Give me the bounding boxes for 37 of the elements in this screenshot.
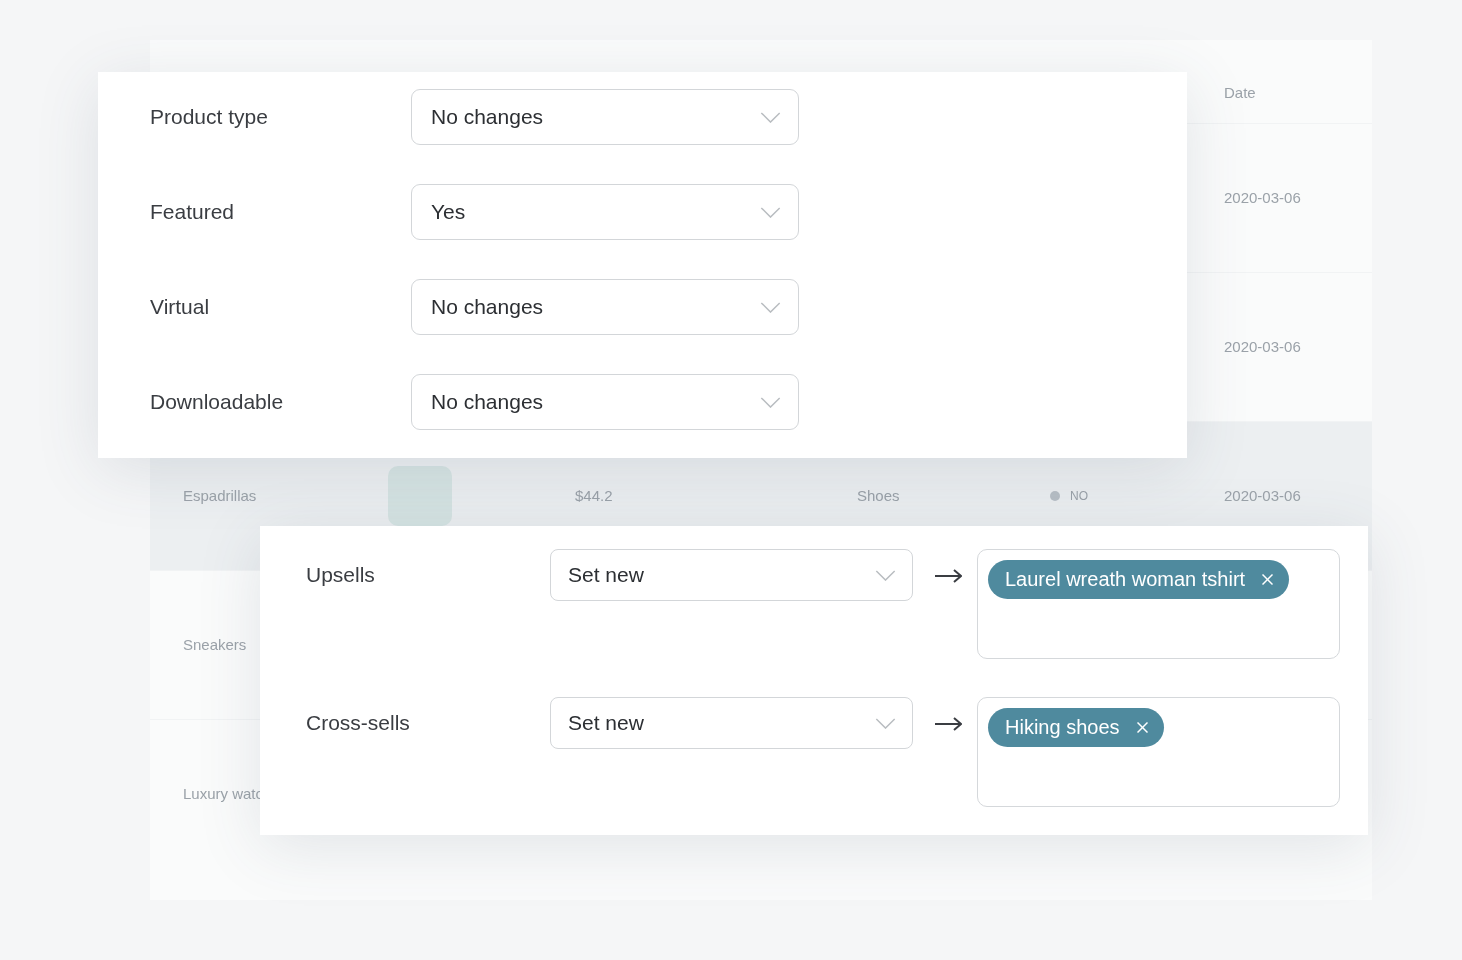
field-label: Cross-sells [306,711,410,735]
chevron-down-icon [760,396,781,408]
field-label: Downloadable [150,390,284,413]
dropdown-select[interactable]: Set new [550,697,913,749]
category-cell: Shoes [857,486,900,506]
dropdown-select[interactable]: Yes [411,184,799,240]
arrow-right-icon [935,569,962,583]
date-cell: 2020-03-06 [1224,337,1301,357]
field-label: Featured [150,200,235,223]
price-cell: $44.2 [575,486,613,506]
chevron-down-icon [760,301,781,313]
column-header: Date [1224,83,1256,103]
arrow-right-icon [935,717,962,731]
tag-label: Hiking shoes [1005,716,1120,739]
field-label: Upsells [306,563,375,587]
status-dot-icon [1050,491,1060,501]
status-text: NO [1070,488,1088,505]
tag-label: Laurel wreath woman tshirt [1005,568,1246,591]
chevron-down-icon [875,569,896,581]
chevron-down-icon [875,717,896,729]
date-cell: 2020-03-06 [1224,486,1301,506]
tag-input-field[interactable]: Laurel wreath woman tshirt [977,549,1340,659]
dropdown-select[interactable]: Set new [550,549,913,601]
product-name-cell: Luxury watc [183,784,264,804]
chevron-down-icon [760,206,781,218]
tag-input-field[interactable]: Hiking shoes [977,697,1340,807]
dropdown-select[interactable]: No changes [411,374,799,430]
field-label: Virtual [150,295,210,318]
dropdown-select[interactable]: No changes [411,279,799,335]
date-cell: 2020-03-06 [1224,188,1301,208]
product-name-cell: Sneakers [183,635,247,655]
chevron-down-icon [760,111,781,123]
field-label: Product type [150,105,268,128]
close-icon[interactable] [1136,722,1148,733]
product-name-cell: Espadrillas [183,486,257,506]
dropdown-select[interactable]: No changes [411,89,799,145]
close-icon[interactable] [1262,574,1274,585]
